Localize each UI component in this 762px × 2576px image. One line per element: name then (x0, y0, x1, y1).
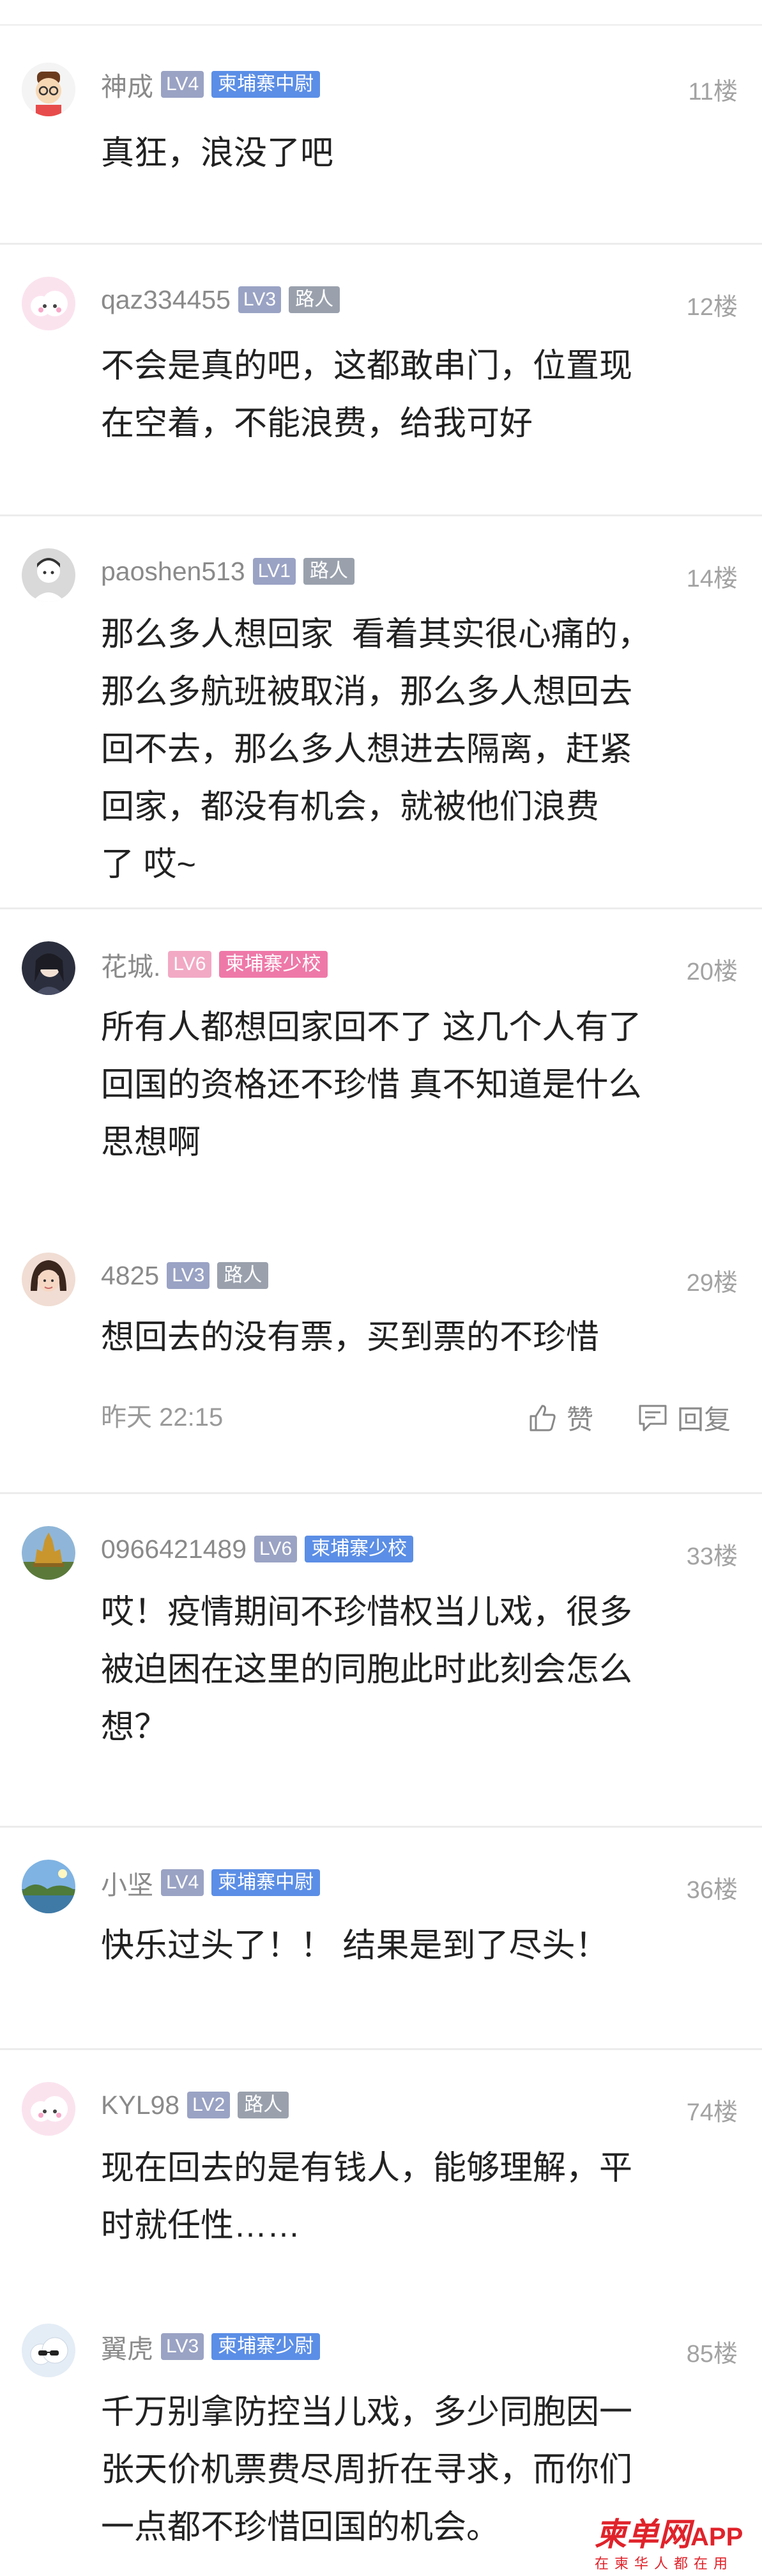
comment-meta: 昨天 22:15 赞 回复 (101, 1398, 740, 1437)
reply-label: 回复 (677, 1404, 731, 1435)
name-row: 小坚 LV4 柬埔寨中尉 (101, 1863, 321, 1902)
username[interactable]: 神成 (101, 65, 153, 104)
username[interactable]: 0966421489 (101, 1534, 247, 1564)
rank-badge: 柬埔寨少校 (218, 951, 328, 978)
name-row: 花城. LV6 柬埔寨少校 (101, 945, 328, 983)
comment-text: 快乐过头了！！ 结果是到了尽头！ (101, 1927, 609, 1964)
top-divider (0, 0, 762, 26)
rank-badge: 路人 (289, 286, 340, 313)
comment-item: 神成 LV4 柬埔寨中尉 11楼 真狂，浪没了吧 (0, 38, 762, 230)
floor-number: 20楼 (686, 959, 738, 985)
comment-bubble-icon (639, 1405, 667, 1431)
rank-badge: 柬埔寨少校 (305, 1536, 414, 1562)
name-row: KYL98 LV2 路人 (101, 2086, 289, 2124)
name-row: 0966421489 LV6 柬埔寨少校 (101, 1530, 414, 1568)
user-avatar[interactable] (22, 1253, 75, 1306)
username[interactable]: qaz334455 (101, 285, 231, 315)
comment-text: 现在回去的是有钱人，能够理解，平 时就任性…… (101, 2150, 633, 2244)
thumbs-up-icon (530, 1405, 556, 1431)
rank-badge: 路人 (217, 1262, 269, 1289)
username[interactable]: 翼虎 (101, 2327, 153, 2366)
user-avatar[interactable] (22, 941, 75, 995)
comment-item: paoshen513 LV1 路人 14楼 那么多人想回家 看着其实很心痛的， … (0, 516, 762, 906)
user-avatar[interactable] (22, 1860, 75, 1913)
comment-text: 哎！疫情期间不珍惜权当儿戏，很多 被迫困在这里的同胞此时此刻会怎么 想？ (101, 1594, 633, 1746)
comment-item: 小坚 LV4 柬埔寨中尉 36楼 快乐过头了！！ 结果是到了尽头！ (0, 1828, 762, 2045)
watermark-app-text: APP (690, 2523, 743, 2551)
floor-number: 11楼 (688, 79, 738, 105)
floor-number: 12楼 (686, 294, 738, 321)
user-avatar[interactable] (22, 2082, 75, 2136)
reply-button[interactable]: 回复 (636, 1398, 731, 1437)
comment-item: KYL98 LV2 路人 74楼 现在回去的是有钱人，能够理解，平 时就任性…… (0, 2050, 762, 2293)
user-avatar[interactable] (22, 63, 75, 116)
level-badge: LV3 (161, 2333, 204, 2360)
name-row: 神成 LV4 柬埔寨中尉 (101, 65, 321, 104)
rank-badge: 柬埔寨少尉 (211, 2333, 321, 2360)
comment-item: qaz334455 LV3 路人 12楼 不会是真的吧，这都敢串门，位置现 在空… (0, 245, 762, 513)
floor-number: 14楼 (686, 566, 738, 592)
level-badge: LV6 (254, 1536, 298, 1562)
username[interactable]: paoshen513 (101, 557, 245, 587)
watermark-brand: 柬单网APP (595, 2517, 754, 2555)
comment-text: 那么多人想回家 看着其实很心痛的， 那么多航班被取消，那么多人想回去 回不去，那… (101, 616, 651, 883)
comment-text: 想回去的没有票，买到票的不珍惜 (101, 1319, 600, 1356)
floor-number: 74楼 (686, 2099, 738, 2126)
level-badge: LV4 (161, 71, 204, 98)
level-badge: LV1 (252, 558, 296, 585)
comment-item: 4825 LV3 路人 29楼 想回去的没有票，买到票的不珍惜 昨天 22:15… (0, 1227, 762, 1483)
level-badge: LV3 (167, 1262, 210, 1289)
username[interactable]: 花城. (101, 945, 160, 983)
rank-badge: 柬埔寨中尉 (211, 1869, 321, 1896)
brand-watermark: 柬单网APP 在柬华人都在用 (595, 2517, 754, 2573)
floor-number: 29楼 (686, 1270, 738, 1297)
rank-badge: 路人 (238, 2092, 289, 2118)
name-row: qaz334455 LV3 路人 (101, 281, 340, 319)
username[interactable]: KYL98 (101, 2090, 179, 2120)
like-label: 赞 (567, 1404, 594, 1435)
comment-text: 真狂，浪没了吧 (101, 135, 334, 172)
floor-number: 85楼 (686, 2341, 738, 2368)
user-avatar[interactable] (22, 2324, 75, 2377)
watermark-slogan: 在柬华人都在用 (595, 2556, 734, 2572)
user-avatar[interactable] (22, 548, 75, 602)
watermark-brand-text: 柬单网 (595, 2517, 690, 2552)
comment-item: 0966421489 LV6 柬埔寨少校 33楼 哎！疫情期间不珍惜权当儿戏，很… (0, 1494, 762, 1814)
name-row: paoshen513 LV1 路人 (101, 552, 354, 590)
user-avatar[interactable] (22, 1526, 75, 1580)
level-badge: LV3 (238, 286, 282, 313)
rank-badge: 路人 (303, 558, 354, 585)
level-badge: LV2 (187, 2092, 231, 2118)
level-badge: LV4 (161, 1869, 204, 1896)
comment-text: 所有人都想回家回不了 这几个人有了 回国的资格还不珍惜 真不知道是什么 思想啊 (101, 1009, 642, 1161)
level-badge: LV6 (168, 951, 211, 978)
user-avatar[interactable] (22, 277, 75, 330)
comment-item: 花城. LV6 柬埔寨少校 20楼 所有人都想回家回不了 这几个人有了 回国的资… (0, 909, 762, 1216)
like-button[interactable]: 赞 (526, 1398, 593, 1437)
comment-text: 不会是真的吧，这都敢串门，位置现 在空着，不能浪费，给我可好 (101, 348, 633, 442)
comment-time: 昨天 22:15 (101, 1403, 224, 1431)
floor-number: 36楼 (686, 1877, 738, 1904)
floor-number: 33楼 (686, 1543, 738, 1570)
rank-badge: 柬埔寨中尉 (211, 71, 321, 98)
username[interactable]: 4825 (101, 1261, 159, 1291)
name-row: 4825 LV3 路人 (101, 1256, 269, 1295)
username[interactable]: 小坚 (101, 1863, 153, 1902)
name-row: 翼虎 LV3 柬埔寨少尉 (101, 2327, 321, 2366)
